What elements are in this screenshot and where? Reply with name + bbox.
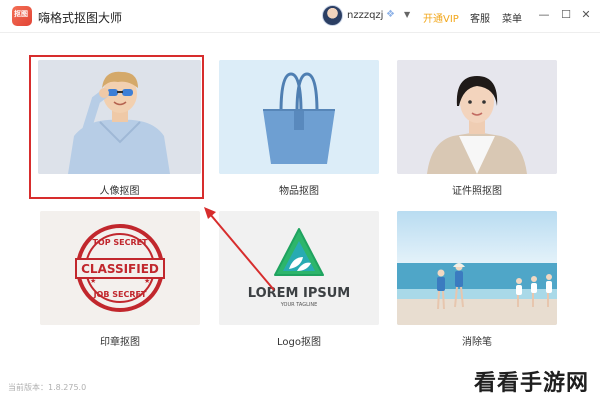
watermark: 看看手游网: [474, 371, 590, 396]
version-label: 当前版本：1.8.275.0: [8, 383, 87, 392]
annotation-arrow: [204, 207, 275, 291]
